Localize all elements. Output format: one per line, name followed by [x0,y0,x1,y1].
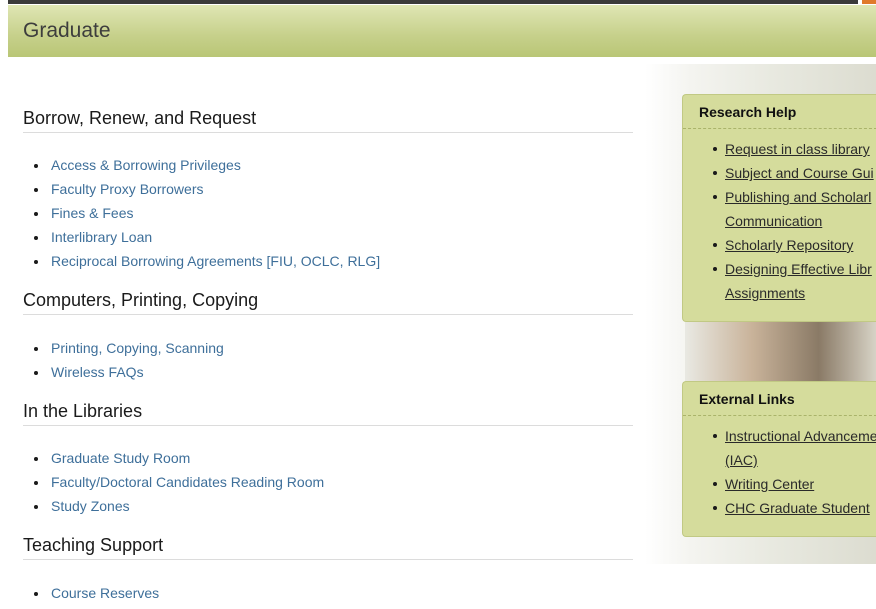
link-wireless-faqs[interactable]: Wireless FAQs [23,360,633,384]
link-list: Course Reserves [23,581,633,605]
section-heading: Computers, Printing, Copying [23,290,633,315]
link-publishing-cont[interactable]: Communication [683,209,876,233]
link-instructional-advancement-cont[interactable]: (IAC) [683,448,876,472]
link-list: Request in class library Subject and Cou… [683,129,876,305]
box-title: External Links [683,382,876,416]
top-accent [862,0,876,4]
background-photo [685,322,876,382]
link-list: Printing, Copying, Scanning Wireless FAQ… [23,336,633,384]
link-publishing[interactable]: Publishing and Scholarl [683,185,876,209]
link-study-zones[interactable]: Study Zones [23,494,633,518]
link-graduate-study-room[interactable]: Graduate Study Room [23,446,633,470]
section-heading: In the Libraries [23,401,633,426]
link-faculty-proxy[interactable]: Faculty Proxy Borrowers [23,177,633,201]
section-borrow: Borrow, Renew, and Request Access & Borr… [23,108,633,273]
link-list: Graduate Study Room Faculty/Doctoral Can… [23,446,633,518]
top-bar [8,0,858,4]
external-links-box: External Links Instructional Advanceme (… [682,381,876,537]
link-fines-fees[interactable]: Fines & Fees [23,201,633,225]
section-computers: Computers, Printing, Copying Printing, C… [23,290,633,384]
link-writing-center[interactable]: Writing Center [683,472,876,496]
section-heading: Teaching Support [23,535,633,560]
link-reading-room[interactable]: Faculty/Doctoral Candidates Reading Room [23,470,633,494]
link-scholarly-repository[interactable]: Scholarly Repository [683,233,876,257]
link-reciprocal-borrowing[interactable]: Reciprocal Borrowing Agreements [FIU, OC… [23,249,633,273]
section-libraries: In the Libraries Graduate Study Room Fac… [23,401,633,518]
box-title: Research Help [683,95,876,129]
link-list: Access & Borrowing Privileges Faculty Pr… [23,153,633,273]
page-title: Graduate [23,19,111,42]
link-interlibrary-loan[interactable]: Interlibrary Loan [23,225,633,249]
link-instructional-advancement[interactable]: Instructional Advanceme [683,424,876,448]
link-subject-guides[interactable]: Subject and Course Gui [683,161,876,185]
research-help-box: Research Help Request in class library S… [682,94,876,322]
page-banner: Graduate [8,5,876,57]
section-teaching: Teaching Support Course Reserves [23,535,633,605]
section-heading: Borrow, Renew, and Request [23,108,633,133]
link-designing-assignments-cont[interactable]: Assignments [683,281,876,305]
link-printing[interactable]: Printing, Copying, Scanning [23,336,633,360]
link-request-class[interactable]: Request in class library [683,137,876,161]
link-designing-assignments[interactable]: Designing Effective Libr [683,257,876,281]
link-list: Instructional Advanceme (IAC) Writing Ce… [683,416,876,520]
link-course-reserves[interactable]: Course Reserves [23,581,633,605]
link-chc-graduate[interactable]: CHC Graduate Student [683,496,876,520]
link-access-borrowing[interactable]: Access & Borrowing Privileges [23,153,633,177]
